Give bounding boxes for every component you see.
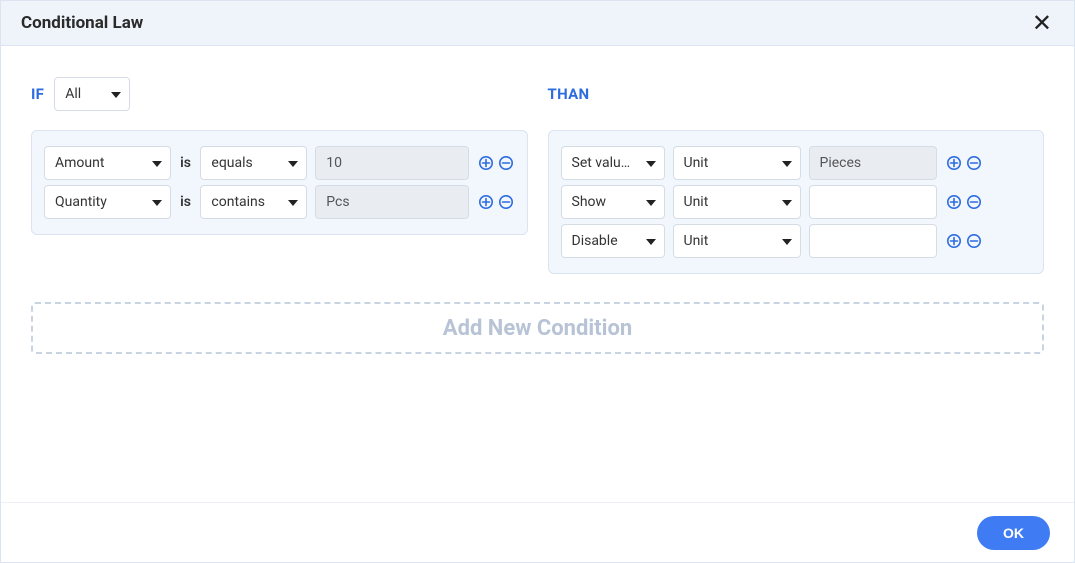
chevron-down-icon (152, 155, 162, 171)
add-rule-icon[interactable] (477, 193, 495, 211)
than-value-input[interactable]: Pieces (809, 146, 937, 180)
than-rules-card: Set value ... Unit Pieces (548, 130, 1045, 274)
if-field-select[interactable]: Amount (44, 146, 171, 180)
add-new-condition-label: Add New Condition (443, 316, 632, 341)
if-column: IF All Amount is equals (31, 76, 528, 235)
add-new-condition-button[interactable]: Add New Condition (31, 302, 1044, 354)
close-icon[interactable]: ✕ (1026, 7, 1058, 39)
than-action-value: Disable (572, 233, 618, 249)
if-rule-row: Amount is equals 10 (44, 146, 515, 180)
titlebar: Conditional Law ✕ (1, 1, 1074, 46)
chevron-down-icon (288, 194, 298, 210)
if-rules-card: Amount is equals 10 (31, 130, 528, 235)
chevron-down-icon (288, 155, 298, 171)
remove-rule-icon[interactable] (965, 154, 983, 172)
than-rule-row: Disable Unit (561, 224, 1032, 258)
remove-rule-icon[interactable] (497, 193, 515, 211)
chevron-down-icon (152, 194, 162, 210)
than-field-value: Unit (684, 233, 709, 249)
than-value-input[interactable] (809, 185, 937, 219)
add-rule-icon[interactable] (945, 193, 963, 211)
dialog-content: IF All Amount is equals (1, 46, 1074, 502)
than-keyword: THAN (548, 85, 590, 103)
than-value-text: Pieces (820, 155, 862, 171)
add-rule-icon[interactable] (945, 154, 963, 172)
chevron-down-icon (782, 155, 792, 171)
chevron-down-icon (646, 155, 656, 171)
if-value-input[interactable]: 10 (315, 146, 468, 180)
than-action-select[interactable]: Disable (561, 224, 665, 258)
if-scope-select[interactable]: All (54, 77, 130, 111)
add-rule-icon[interactable] (477, 154, 495, 172)
chevron-down-icon (646, 194, 656, 210)
than-field-value: Unit (684, 194, 709, 210)
than-value-input[interactable] (809, 224, 937, 258)
chevron-down-icon (111, 86, 121, 102)
remove-rule-icon[interactable] (497, 154, 515, 172)
remove-rule-icon[interactable] (965, 193, 983, 211)
if-operator-select[interactable]: equals (200, 146, 307, 180)
remove-rule-icon[interactable] (965, 232, 983, 250)
if-rule-row: Quantity is contains Pcs (44, 185, 515, 219)
if-field-select[interactable]: Quantity (44, 185, 171, 219)
if-value-text: 10 (326, 155, 342, 171)
chevron-down-icon (782, 194, 792, 210)
if-keyword: IF (31, 85, 44, 103)
ok-button[interactable]: OK (977, 516, 1050, 550)
dialog-title: Conditional Law (21, 13, 143, 33)
chevron-down-icon (646, 233, 656, 249)
than-field-value: Unit (684, 155, 709, 171)
if-field-value: Quantity (55, 194, 107, 210)
than-field-select[interactable]: Unit (673, 185, 801, 219)
dialog-footer: OK (1, 502, 1074, 562)
than-column: THAN Set value ... Unit Pieces (548, 76, 1045, 274)
chevron-down-icon (782, 233, 792, 249)
if-value-input[interactable]: Pcs (315, 185, 468, 219)
is-label: is (179, 194, 193, 210)
if-value-text: Pcs (326, 194, 349, 210)
add-rule-icon[interactable] (945, 232, 963, 250)
than-rule-row: Show Unit (561, 185, 1032, 219)
if-operator-value: equals (211, 155, 252, 171)
than-action-value: Set value ... (572, 155, 638, 171)
is-label: is (179, 155, 193, 171)
if-operator-value: contains (211, 194, 265, 210)
than-action-value: Show (572, 194, 607, 210)
than-action-select[interactable]: Set value ... (561, 146, 665, 180)
than-rule-row: Set value ... Unit Pieces (561, 146, 1032, 180)
than-action-select[interactable]: Show (561, 185, 665, 219)
if-field-value: Amount (55, 155, 104, 171)
than-field-select[interactable]: Unit (673, 146, 801, 180)
if-scope-value: All (65, 86, 81, 102)
if-operator-select[interactable]: contains (200, 185, 307, 219)
than-field-select[interactable]: Unit (673, 224, 801, 258)
